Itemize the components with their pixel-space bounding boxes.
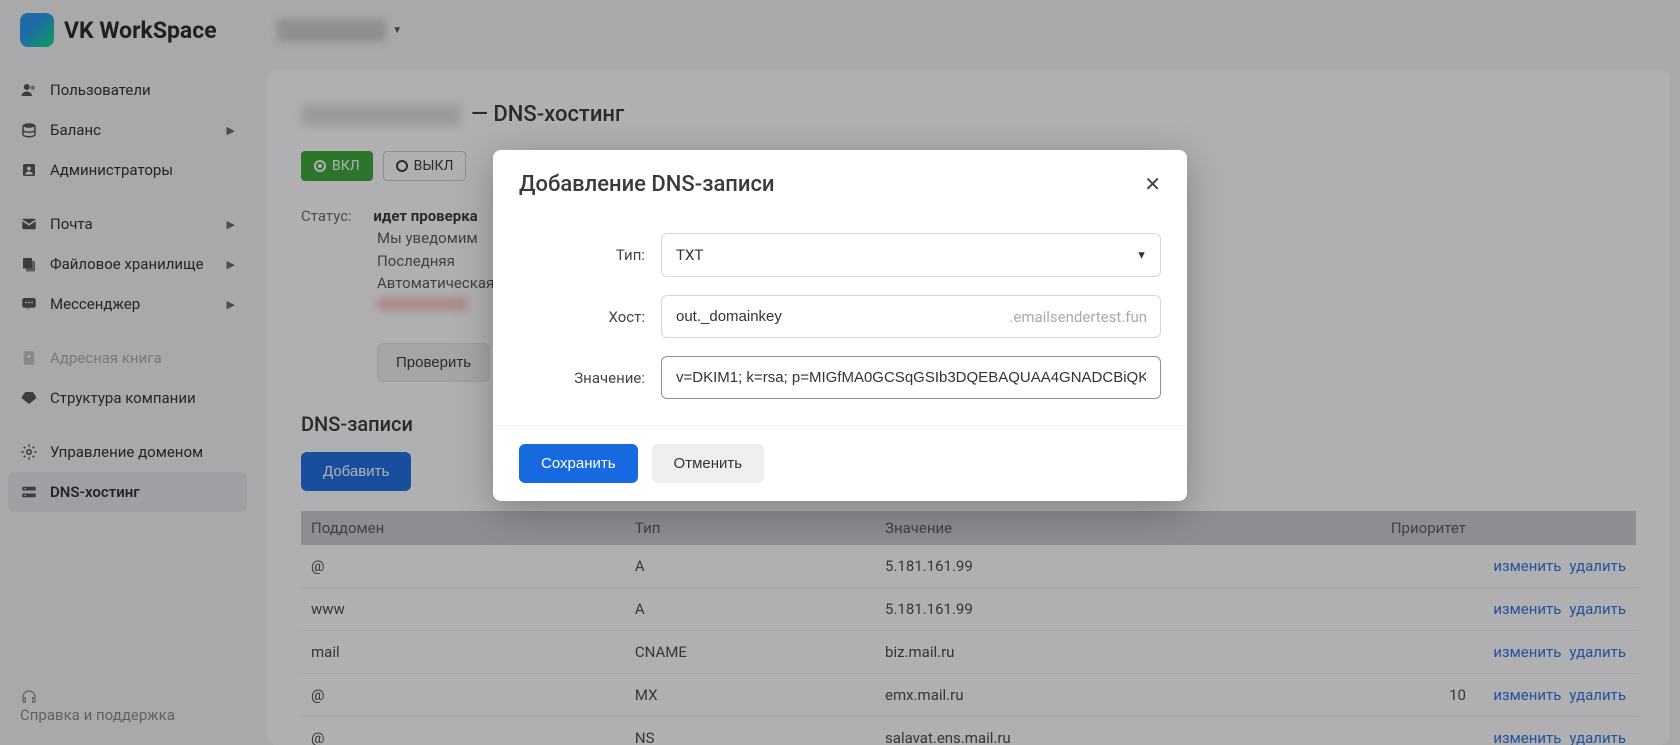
host-input[interactable] [661, 295, 1161, 338]
cancel-button[interactable]: Отменить [652, 444, 765, 483]
label-type: Тип: [519, 246, 661, 264]
modal-overlay: Добавление DNS-записи ✕ Тип: TXT ▼ Хост: [0, 0, 1680, 745]
value-input[interactable] [661, 356, 1161, 399]
save-button[interactable]: Сохранить [519, 444, 638, 483]
modal-title: Добавление DNS-записи [519, 172, 775, 197]
close-button[interactable]: ✕ [1144, 172, 1161, 197]
label-host: Хост: [519, 308, 661, 326]
close-icon: ✕ [1144, 174, 1161, 196]
type-select[interactable]: TXT [661, 233, 1161, 277]
add-dns-modal: Добавление DNS-записи ✕ Тип: TXT ▼ Хост: [493, 150, 1187, 501]
label-value: Значение: [519, 369, 661, 387]
